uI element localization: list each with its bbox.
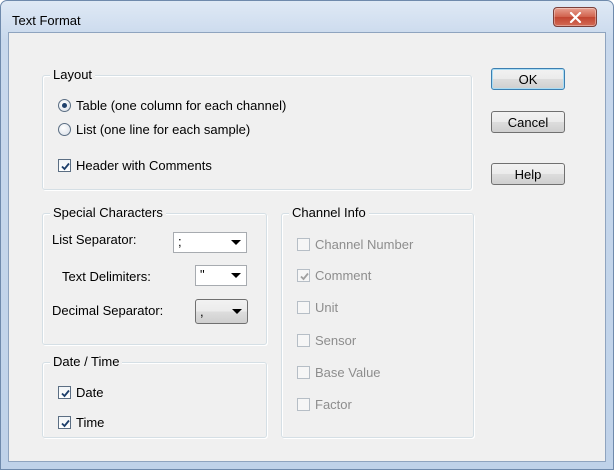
special-characters-legend: Special Characters (50, 205, 166, 220)
checkmark-icon (61, 419, 70, 428)
decimal-separator-dropdown[interactable]: , (195, 299, 248, 324)
checkmark-icon (300, 272, 309, 281)
list-separator-label: List Separator: (52, 232, 137, 247)
base-value-checkbox[interactable] (297, 366, 310, 379)
sensor-checkbox[interactable] (297, 334, 310, 347)
base-value-option[interactable]: Base Value (297, 364, 381, 381)
title-bar[interactable]: Text Format (1, 1, 613, 32)
date-time-group: Date / Time Date Time (42, 354, 267, 438)
list-separator-value: ; (178, 234, 182, 249)
radio-table-option[interactable]: Table (one column for each channel) (58, 97, 286, 114)
channel-info-group: Channel Info Channel Number Comment Unit… (281, 205, 474, 438)
date-label: Date (76, 385, 104, 400)
unit-option[interactable]: Unit (297, 299, 338, 316)
date-time-legend: Date / Time (50, 354, 123, 369)
time-checkbox[interactable] (58, 416, 71, 429)
factor-label: Factor (315, 397, 352, 412)
close-icon (569, 12, 582, 23)
channel-number-option[interactable]: Channel Number (297, 236, 413, 253)
channel-number-checkbox[interactable] (297, 238, 310, 251)
date-option[interactable]: Date (58, 384, 103, 401)
sensor-label: Sensor (315, 333, 357, 348)
radio-list-label: List (one line for each sample) (76, 122, 251, 137)
chevron-down-icon (231, 240, 241, 245)
chevron-down-icon (231, 273, 241, 278)
header-comments-checkbox[interactable] (58, 159, 71, 172)
checkmark-icon (61, 389, 70, 398)
radio-table-button[interactable] (58, 99, 71, 112)
radio-list-option[interactable]: List (one line for each sample) (58, 121, 250, 138)
factor-option[interactable]: Factor (297, 396, 352, 413)
radio-table-label: Table (one column for each channel) (76, 98, 287, 113)
comment-checkbox[interactable] (297, 269, 310, 282)
unit-checkbox[interactable] (297, 301, 310, 314)
date-checkbox[interactable] (58, 386, 71, 399)
window-title: Text Format (12, 13, 81, 28)
factor-checkbox[interactable] (297, 398, 310, 411)
sensor-option[interactable]: Sensor (297, 332, 356, 349)
text-delimiters-value: " (200, 267, 205, 282)
channel-info-legend: Channel Info (289, 205, 369, 220)
special-characters-group: Special Characters List Separator: ; Tex… (42, 205, 267, 345)
radio-list-button[interactable] (58, 123, 71, 136)
ok-button[interactable]: OK (491, 68, 565, 90)
checkmark-icon (61, 162, 70, 171)
list-separator-dropdown[interactable]: ; (173, 232, 247, 253)
time-option[interactable]: Time (58, 414, 104, 431)
unit-label: Unit (315, 300, 339, 315)
text-delimiters-label: Text Delimiters: (62, 269, 151, 284)
layout-group: Layout Table (one column for each channe… (42, 67, 472, 190)
dialog-client-area: Layout Table (one column for each channe… (8, 32, 606, 462)
base-value-label: Base Value (315, 365, 381, 380)
header-comments-option[interactable]: Header with Comments (58, 157, 212, 174)
comment-label: Comment (315, 268, 372, 283)
chevron-down-icon (232, 309, 242, 314)
cancel-button[interactable]: Cancel (491, 111, 565, 133)
comment-option[interactable]: Comment (297, 267, 371, 284)
dialog-window: Text Format Layout Table (one column for… (0, 0, 614, 470)
help-button[interactable]: Help (491, 163, 565, 185)
header-comments-label: Header with Comments (76, 158, 212, 173)
text-delimiters-dropdown[interactable]: " (195, 265, 247, 286)
layout-group-legend: Layout (50, 67, 96, 82)
channel-number-label: Channel Number (315, 237, 414, 252)
decimal-separator-value: , (200, 304, 204, 319)
decimal-separator-label: Decimal Separator: (52, 303, 164, 318)
close-button[interactable] (553, 7, 597, 27)
time-label: Time (76, 415, 105, 430)
